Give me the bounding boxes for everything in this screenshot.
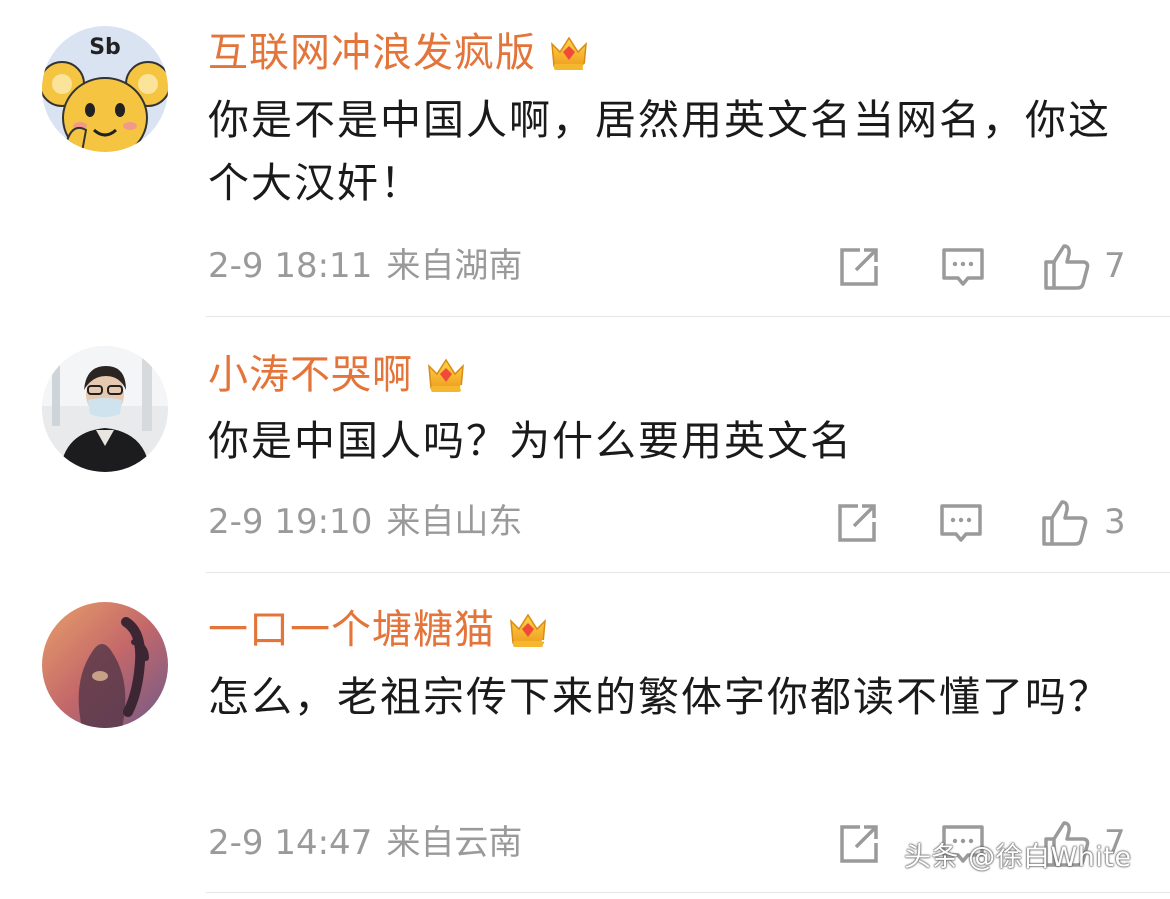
comment-location: 来自山东 xyxy=(386,502,523,542)
share-icon[interactable] xyxy=(834,500,880,546)
comment-text: 怎么，老祖宗传下来的繁体字你都读不懂了吗？ xyxy=(208,673,1111,721)
crown-badge-icon: 6 xyxy=(551,36,590,75)
username[interactable]: 小涛不哭啊 xyxy=(208,350,413,400)
like-icon[interactable] xyxy=(1042,242,1092,292)
comment-location: 来自云南 xyxy=(386,823,523,863)
share-icon[interactable] xyxy=(836,244,882,290)
crown-badge-icon: 5 xyxy=(428,358,467,397)
divider xyxy=(206,892,1170,893)
crown-level: 6 xyxy=(582,61,590,75)
avatar[interactable] xyxy=(42,346,168,472)
comment-date: 2-9 19:10 xyxy=(208,502,373,542)
share-icon[interactable] xyxy=(836,821,882,867)
like-count: 3 xyxy=(1104,502,1126,542)
reply-icon[interactable] xyxy=(940,244,986,290)
reply-icon[interactable] xyxy=(938,500,984,546)
crown-badge-icon: 7 xyxy=(510,613,549,652)
divider xyxy=(206,572,1170,573)
username[interactable]: 互联网冲浪发疯版 xyxy=(208,28,536,78)
avatar[interactable]: Sb xyxy=(42,26,168,152)
avatar[interactable] xyxy=(42,602,168,728)
comment-date: 2-9 18:11 xyxy=(208,246,373,286)
comment-location: 来自湖南 xyxy=(386,246,523,286)
comment-text: 你是中国人吗？为什么要用英文名 xyxy=(208,417,853,465)
username[interactable]: 一口一个塘糖猫 xyxy=(208,605,495,655)
crown-level: 7 xyxy=(541,638,549,652)
comment-date: 2-9 14:47 xyxy=(208,823,373,863)
like-count: 7 xyxy=(1104,246,1126,286)
comment-text: 你是不是中国人啊，居然用英文名当网名，你这个大汉奸！ xyxy=(208,96,1111,207)
crown-level: 5 xyxy=(459,383,467,397)
divider xyxy=(206,316,1170,317)
like-icon[interactable] xyxy=(1040,498,1090,548)
avatar-text: Sb xyxy=(89,35,121,60)
watermark: 头条 @徐白White xyxy=(904,842,1132,873)
